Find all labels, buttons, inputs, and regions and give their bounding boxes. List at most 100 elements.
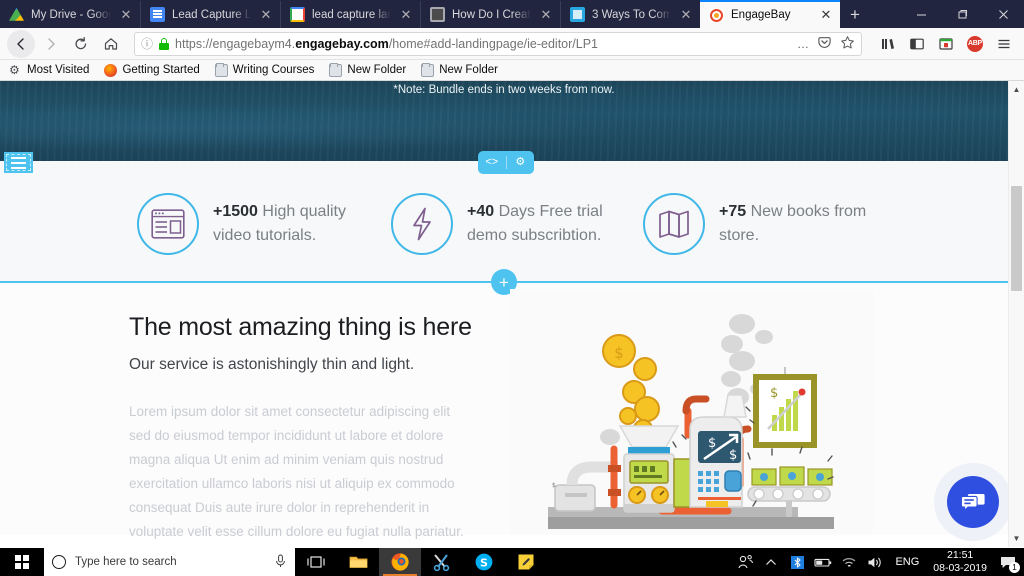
tab-strip: My Drive - Google Dri ✕ Lead Capture Lan…	[0, 0, 901, 28]
bookmark-most-visited[interactable]: ⚙ Most Visited	[9, 62, 89, 77]
editor-tools-row: <> ⚙	[0, 151, 1008, 175]
section-divider: +	[0, 269, 1008, 295]
scrollbar-thumb[interactable]	[1011, 186, 1022, 291]
hero-copy: The most amazing thing is here Our servi…	[0, 283, 510, 539]
windows-start-icon[interactable]	[0, 548, 44, 576]
gear-icon: ⚙	[9, 62, 20, 77]
blue-site-icon	[570, 7, 585, 22]
people-icon[interactable]	[732, 548, 758, 576]
bookmark-writing-courses[interactable]: Writing Courses	[214, 62, 315, 77]
browser-tab[interactable]: lead capture landing p ✕	[280, 1, 420, 28]
folded-map-icon	[643, 193, 705, 255]
tab-close-icon[interactable]: ✕	[818, 7, 834, 23]
bookmark-label: Writing Courses	[232, 64, 315, 76]
scroll-down-arrow[interactable]: ▼	[1009, 530, 1024, 547]
firefox-browser-window: My Drive - Google Dri ✕ Lead Capture Lan…	[0, 0, 1024, 548]
close-button[interactable]	[983, 0, 1024, 28]
volume-icon[interactable]	[862, 548, 888, 576]
hero-content-section: The most amazing thing is here Our servi…	[0, 283, 1008, 539]
clock[interactable]: 21:51 08-03-2019	[926, 549, 994, 575]
tab-close-icon[interactable]: ✕	[678, 7, 694, 23]
chat-bubble-icon[interactable]	[947, 476, 999, 528]
language-indicator[interactable]: ENG	[888, 556, 926, 568]
reload-button[interactable]	[67, 30, 95, 58]
scroll-up-arrow[interactable]: ▲	[1009, 81, 1024, 98]
url-actions: …	[797, 35, 855, 53]
bookmark-new-folder-2[interactable]: New Folder	[421, 62, 499, 77]
home-button[interactable]	[97, 30, 125, 58]
svg-text:$: $	[614, 344, 624, 362]
gear-icon[interactable]: ⚙	[507, 151, 535, 174]
bookmark-star-icon[interactable]	[840, 35, 855, 53]
chat-widget[interactable]	[934, 463, 1012, 541]
tab-close-icon[interactable]: ✕	[118, 7, 134, 23]
browser-tab[interactable]: My Drive - Google Dri ✕	[0, 1, 140, 28]
hamburger-menu-tab[interactable]	[4, 152, 33, 173]
sidebar-icon[interactable]	[904, 31, 930, 57]
search-input[interactable]: Type here to search	[44, 548, 295, 576]
tab-title: 3 Ways To Combat Lar	[592, 8, 671, 21]
wifi-icon[interactable]	[836, 548, 862, 576]
hero-banner-image: *Note: Bundle ends in two weeks from now…	[0, 81, 1008, 161]
address-bar[interactable]: ⓘ https://engagebaym4.engagebay.com/home…	[134, 31, 862, 56]
show-hidden-icons-chevron[interactable]	[758, 548, 784, 576]
feature-item: +1500 High quality video tutorials.	[129, 193, 379, 255]
browser-window-icon	[137, 193, 199, 255]
bookmark-new-folder-1[interactable]: New Folder	[329, 62, 407, 77]
svg-text:$: $	[552, 482, 556, 489]
bookmark-label: New Folder	[439, 64, 499, 76]
tab-close-icon[interactable]: ✕	[398, 7, 414, 23]
browser-tab[interactable]: How Do I Create a Lea ✕	[420, 1, 560, 28]
page-actions-icon[interactable]: …	[797, 37, 809, 51]
adblock-plus-icon[interactable]: ABP	[962, 31, 988, 57]
back-button[interactable]	[7, 29, 35, 58]
google-search-icon	[290, 7, 305, 22]
bookmark-getting-started[interactable]: Getting Started	[104, 63, 200, 77]
notification-center-icon[interactable]: 1	[994, 548, 1022, 576]
feature-text: +75 New books from store.	[719, 200, 885, 248]
page-subtitle: Our service is astonishingly thin and li…	[129, 356, 415, 373]
menu-icon[interactable]	[991, 31, 1017, 57]
feature-highlight: +1500	[213, 203, 258, 220]
new-tab-button[interactable]: +	[840, 1, 870, 28]
library-icon[interactable]	[875, 31, 901, 57]
snipping-tool-icon[interactable]	[421, 548, 463, 576]
google-drive-icon	[9, 7, 24, 21]
minimize-button[interactable]	[901, 0, 942, 28]
clock-time: 21:51	[947, 549, 974, 561]
browser-tab[interactable]: 3 Ways To Combat Lar ✕	[560, 1, 700, 28]
forward-button[interactable]	[37, 30, 65, 58]
file-explorer-icon[interactable]	[337, 548, 379, 576]
browser-tab-active[interactable]: EngageBay ✕	[700, 0, 840, 28]
bluetooth-icon[interactable]	[784, 548, 810, 576]
tab-close-icon[interactable]: ✕	[538, 7, 554, 23]
battery-icon[interactable]	[810, 548, 836, 576]
tab-title: lead capture landing p	[312, 8, 391, 21]
microphone-icon[interactable]	[274, 554, 287, 571]
bookmark-label: New Folder	[347, 64, 407, 76]
firefox-icon[interactable]	[379, 548, 421, 576]
firefox-icon	[104, 63, 118, 77]
page-info-icon[interactable]: ⓘ	[141, 35, 153, 52]
tab-close-icon[interactable]: ✕	[258, 7, 274, 23]
browser-tab[interactable]: Lead Capture Landing ✕	[140, 1, 280, 28]
page-title: The most amazing thing is here	[129, 313, 472, 341]
secure-lock-icon	[159, 37, 170, 50]
features-section: +1500 High quality video tutorials. +40 …	[0, 175, 1008, 281]
system-tray: ENG 21:51 08-03-2019 1	[732, 548, 1024, 576]
page-scrollbar[interactable]: ▲ ▼	[1008, 81, 1024, 547]
task-view-icon[interactable]	[295, 548, 337, 576]
notification-count-badge: 1	[1009, 562, 1020, 573]
cortana-icon	[52, 555, 66, 569]
pocket-icon[interactable]	[817, 35, 832, 53]
restore-button[interactable]	[942, 0, 983, 28]
svg-text:S: S	[480, 556, 488, 569]
skype-icon[interactable]: S	[463, 548, 505, 576]
section-edit-toolbar: <> ⚙	[478, 151, 534, 174]
sticky-notes-icon[interactable]	[505, 548, 547, 576]
navigation-toolbar: ⓘ https://engagebaym4.engagebay.com/home…	[0, 28, 1024, 60]
screenshot-icon[interactable]	[933, 31, 959, 57]
url-text: https://engagebaym4.engagebay.com/home#a…	[175, 36, 598, 51]
code-icon[interactable]: <>	[478, 151, 506, 174]
window-controls	[901, 0, 1024, 28]
